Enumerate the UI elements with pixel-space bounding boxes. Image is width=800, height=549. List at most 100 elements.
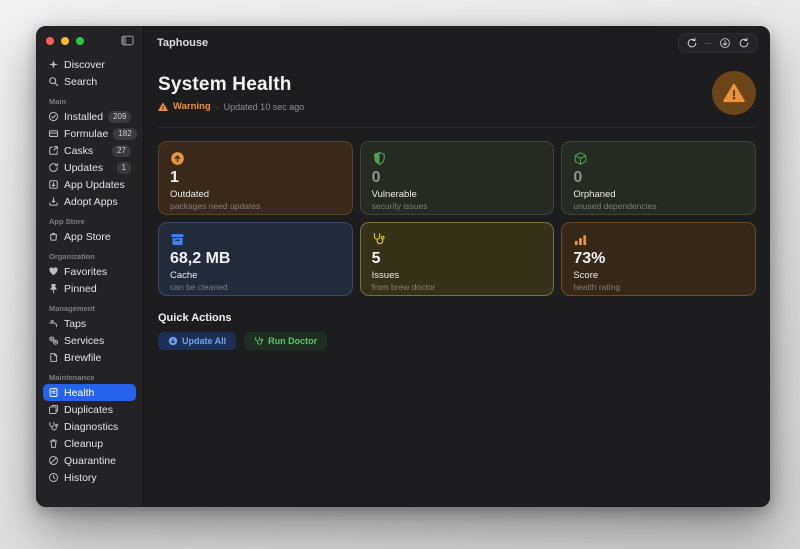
sidebar-item-label: Discover — [64, 59, 105, 71]
download-circle-icon[interactable] — [719, 37, 731, 49]
sidebar-item-taps[interactable]: Taps — [43, 315, 136, 332]
status-separator: · — [216, 102, 219, 112]
card-subtitle: can be cleaned — [170, 282, 341, 292]
minimize-window-button[interactable] — [61, 37, 69, 45]
card-cache[interactable]: 68,2 MB Cache can be cleaned — [158, 222, 353, 296]
update-all-button[interactable]: Update All — [158, 332, 236, 350]
sidebar-item-brewfile[interactable]: Brewfile — [43, 349, 136, 366]
sidebar-item-label: Search — [64, 76, 97, 88]
card-subtitle: unused dependencies — [573, 201, 744, 211]
sidebar-item-label: Installed — [64, 111, 103, 123]
card-outdated[interactable]: 1 Outdated packages need updates — [158, 141, 353, 215]
card-value: 0 — [573, 169, 744, 186]
card-subtitle: health rating — [573, 282, 744, 292]
card-value: 1 — [170, 169, 341, 186]
gears-icon — [48, 335, 59, 346]
window-controls — [46, 37, 84, 45]
sparkles-icon — [48, 59, 59, 70]
sidebar-item-installed[interactable]: Installed 209 — [43, 108, 136, 125]
sidebar-item-discover[interactable]: Discover — [43, 56, 136, 73]
sidebar-item-label: App Updates — [64, 179, 125, 191]
sidebar-item-duplicates[interactable]: Duplicates — [43, 401, 136, 418]
sidebar-item-health[interactable]: Health — [43, 384, 136, 401]
heart-icon — [48, 266, 59, 277]
card-label: Vulnerable — [372, 189, 543, 200]
zoom-window-button[interactable] — [76, 37, 84, 45]
sidebar-item-adopt-apps[interactable]: Adopt Apps — [43, 193, 136, 210]
clock-icon — [48, 472, 59, 483]
count-badge: 182 — [113, 128, 136, 140]
archive-box-icon — [170, 232, 341, 247]
sidebar-item-diagnostics[interactable]: Diagnostics — [43, 418, 136, 435]
window-title: Taphouse — [157, 37, 208, 49]
sidebar-item-search[interactable]: Search — [43, 73, 136, 90]
sidebar-item-label: Casks — [64, 145, 93, 157]
square-arrow-icon — [48, 145, 59, 156]
sidebar-item-favorites[interactable]: Favorites — [43, 263, 136, 280]
slash-circle-icon — [48, 455, 59, 466]
sidebar-item-label: Cleanup — [64, 438, 103, 450]
sidebar-item-formulae[interactable]: Formulae 182 — [43, 125, 136, 142]
sidebar-item-label: Formulae — [64, 128, 108, 140]
sidebar-item-label: Health — [64, 387, 94, 399]
count-badge: 1 — [117, 162, 131, 174]
sidebar-item-label: Pinned — [64, 283, 97, 295]
page-content: System Health Warning · Updated 10 sec a… — [144, 57, 770, 507]
sidebar-item-label: Quarantine — [64, 455, 116, 467]
card-issues[interactable]: 5 Issues from brew doctor — [360, 222, 555, 296]
card-vulnerable[interactable]: 0 Vulnerable security issues — [360, 141, 555, 215]
card-label: Orphaned — [573, 189, 744, 200]
card-value: 68,2 MB — [170, 250, 341, 267]
toolbar-separator — [705, 43, 712, 44]
quick-actions-title: Quick Actions — [158, 312, 756, 324]
status-badge: Warning — [173, 101, 211, 112]
sidebar-item-label: Diagnostics — [64, 421, 118, 433]
sidebar-item-cleanup[interactable]: Cleanup — [43, 435, 136, 452]
run-doctor-button[interactable]: Run Doctor — [244, 332, 327, 350]
main-content: Taphouse System Health Warning · Updated… — [144, 26, 770, 507]
titlebar: Taphouse — [144, 26, 770, 57]
reload-icon[interactable] — [738, 37, 750, 49]
sidebar-item-label: Favorites — [64, 266, 107, 278]
card-subtitle: from brew doctor — [372, 282, 543, 292]
page-title: System Health — [158, 74, 304, 96]
health-status-indicator — [712, 71, 756, 115]
close-window-button[interactable] — [46, 37, 54, 45]
refresh-icon[interactable] — [686, 37, 698, 49]
sidebar-item-casks[interactable]: Casks 27 — [43, 142, 136, 159]
sidebar-section-label: Organization — [49, 252, 136, 261]
card-label: Issues — [372, 270, 543, 281]
card-label: Outdated — [170, 189, 341, 200]
check-circle-icon — [48, 111, 59, 122]
card-value: 5 — [372, 250, 543, 267]
cube-icon — [573, 151, 744, 166]
sidebar-item-pinned[interactable]: Pinned — [43, 280, 136, 297]
download-tray-icon — [48, 196, 59, 207]
stethoscope-icon — [48, 421, 59, 432]
copy-icon — [48, 404, 59, 415]
sidebar-item-app-updates[interactable]: App Updates — [43, 176, 136, 193]
page-header: System Health Warning · Updated 10 sec a… — [158, 71, 756, 115]
sidebar-nav: Discover Search Main Installed 209 Formu… — [36, 50, 143, 486]
bag-icon — [48, 231, 59, 242]
document-icon — [48, 352, 59, 363]
sidebar-header — [36, 26, 143, 50]
sidebar-item-quarantine[interactable]: Quarantine — [43, 452, 136, 469]
sidebar-section-label: App Store — [49, 217, 136, 226]
sidebar-item-app-store[interactable]: App Store — [43, 228, 136, 245]
pin-icon — [48, 283, 59, 294]
sidebar-item-updates[interactable]: Updates 1 — [43, 159, 136, 176]
sidebar-item-label: Taps — [64, 318, 86, 330]
warning-triangle-icon — [158, 102, 168, 112]
sidebar-item-services[interactable]: Services — [43, 332, 136, 349]
search-icon — [48, 76, 59, 87]
card-score[interactable]: 73% Score health rating — [561, 222, 756, 296]
sidebar-section-label: Management — [49, 304, 136, 313]
sidebar-item-history[interactable]: History — [43, 469, 136, 486]
sidebar-toggle-icon[interactable] — [121, 35, 134, 46]
trash-icon — [48, 438, 59, 449]
bar-chart-icon — [573, 232, 744, 247]
sidebar-item-label: Duplicates — [64, 404, 113, 416]
warning-triangle-icon — [723, 82, 745, 104]
card-orphaned[interactable]: 0 Orphaned unused dependencies — [561, 141, 756, 215]
